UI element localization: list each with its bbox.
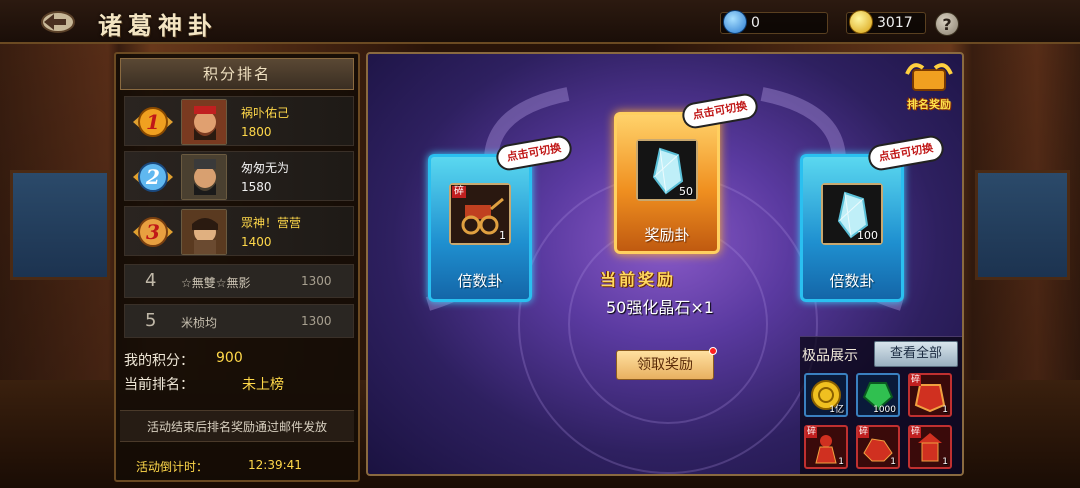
currency-box-gold: 3017 bbox=[846, 10, 926, 34]
taiji-coin-icon bbox=[723, 10, 747, 34]
shard-tag: 碎 bbox=[452, 186, 466, 198]
treasure-chest-icon bbox=[905, 63, 953, 91]
item-count: 1000 bbox=[873, 405, 896, 415]
item-count: 1 bbox=[499, 229, 506, 242]
page-title: 诸葛神卦 bbox=[98, 11, 218, 40]
gold-ingot-plus-icon[interactable] bbox=[849, 10, 873, 34]
item-count: 1 bbox=[942, 405, 948, 415]
rank-3-name: 眾神！营营 bbox=[241, 216, 302, 230]
showcase-panel: 极品展示 查看全部 1亿 1000 碎 1 碎 1 碎 1 碎 1 bbox=[800, 336, 962, 474]
item-count: 1 bbox=[838, 457, 844, 467]
view-all-button[interactable]: 查看全部 bbox=[874, 341, 958, 367]
showcase-item[interactable]: 碎 1 bbox=[804, 425, 848, 469]
ranking-row-5[interactable]: 5 米桢均 1300 bbox=[124, 304, 354, 338]
countdown-value: 12:39:41 bbox=[248, 458, 302, 472]
card-label: 奖励卦 bbox=[644, 226, 690, 244]
currency-box-jade: 0 bbox=[720, 10, 828, 34]
rank-2-medal-icon: 2 bbox=[131, 160, 175, 194]
rank-1-number: 1 bbox=[146, 110, 160, 134]
card-label: 倍数卦 bbox=[457, 272, 503, 290]
card-label: 倍数卦 bbox=[829, 272, 875, 290]
rank-1-name: 祸卟佑己 bbox=[241, 106, 290, 120]
rank-reward-label: 排名奖励 bbox=[907, 98, 951, 111]
current-reward-title: 当前奖励 bbox=[600, 270, 677, 289]
showcase-item[interactable]: 碎 1 bbox=[908, 425, 952, 469]
rank-5-score: 1300 bbox=[301, 314, 332, 328]
top-bar: 诸葛神卦 0 3017 ? bbox=[0, 0, 1080, 44]
rank-reward-button[interactable]: 排名奖励 bbox=[898, 60, 960, 112]
claim-reward-label: 领取奖励 bbox=[637, 357, 693, 373]
avatar bbox=[181, 209, 227, 255]
rank-4-name: ☆無雙☆無影 bbox=[181, 276, 251, 290]
notification-dot bbox=[709, 347, 717, 355]
ranking-row-3[interactable]: 3 眾神！营营 1400 bbox=[124, 206, 354, 256]
my-score-value: 900 bbox=[216, 350, 243, 366]
showcase-item[interactable]: 1000 bbox=[856, 373, 900, 417]
ranking-row-2[interactable]: 2 匆匆无为 1580 bbox=[124, 151, 354, 201]
decorative-swirl bbox=[568, 224, 768, 424]
showcase-item[interactable]: 1亿 bbox=[804, 373, 848, 417]
shard-tag: 碎 bbox=[910, 375, 922, 386]
rank-3-number: 3 bbox=[146, 220, 160, 244]
item-count: 1 bbox=[942, 457, 948, 467]
avatar bbox=[181, 154, 227, 200]
background-window-left bbox=[10, 170, 110, 280]
avatar bbox=[181, 99, 227, 145]
currency-jade-value: 0 bbox=[751, 15, 760, 31]
reward-card-center[interactable]: 50 奖励卦 bbox=[614, 112, 720, 254]
item-slot: 100 bbox=[821, 183, 883, 245]
showcase-item[interactable]: 碎 1 bbox=[908, 373, 952, 417]
shard-tag: 碎 bbox=[806, 427, 818, 438]
item-slot: 50 bbox=[636, 139, 698, 201]
item-count: 1 bbox=[890, 457, 896, 467]
item-slot: 碎 1 bbox=[449, 183, 511, 245]
shard-tag: 碎 bbox=[910, 427, 922, 438]
back-arrow-icon bbox=[41, 11, 75, 33]
rank-5-name: 米桢均 bbox=[181, 316, 218, 330]
rank-1-score: 1800 bbox=[241, 125, 272, 139]
rank-1-medal-icon: 1 bbox=[131, 105, 175, 139]
ranking-row-4[interactable]: 4 ☆無雙☆無影 1300 bbox=[124, 264, 354, 298]
background-window-right bbox=[975, 170, 1070, 280]
rank-4-score: 1300 bbox=[301, 274, 332, 288]
rank-2-number: 2 bbox=[145, 165, 160, 189]
rank-2-name: 匆匆无为 bbox=[241, 161, 290, 175]
item-count: 50 bbox=[679, 185, 693, 198]
my-rank-value: 未上榜 bbox=[242, 377, 284, 393]
rank-3-score: 1400 bbox=[241, 235, 272, 249]
ranking-title: 积分排名 bbox=[120, 58, 354, 90]
my-score-label: 我的积分： bbox=[124, 353, 194, 369]
multiplier-card-left[interactable]: 碎 1 倍数卦 bbox=[428, 154, 532, 302]
item-count: 1亿 bbox=[829, 405, 844, 415]
rank-4-number: 4 bbox=[145, 270, 157, 291]
currency-gold-value: 3017 bbox=[877, 15, 913, 31]
rank-2-score: 1580 bbox=[241, 180, 272, 194]
showcase-item[interactable]: 碎 1 bbox=[856, 425, 900, 469]
ranking-row-1[interactable]: 1 祸卟佑己 1800 bbox=[124, 96, 354, 146]
claim-reward-button[interactable]: 领取奖励 bbox=[616, 347, 717, 380]
countdown-label: 活动倒计时： bbox=[136, 460, 209, 474]
ranking-panel: 积分排名 1 祸卟佑己 1800 2 匆匆无为 1580 3 眾神！营营 140… bbox=[114, 52, 360, 482]
rank-5-number: 5 bbox=[145, 310, 157, 331]
reward-notice: 活动结束后排名奖励通过邮件发放 bbox=[120, 410, 354, 442]
rank-3-medal-icon: 3 bbox=[131, 215, 175, 249]
help-button[interactable]: ? bbox=[935, 12, 959, 36]
my-rank-label: 当前排名： bbox=[124, 377, 194, 393]
divination-panel: 排名奖励 碎 1 倍数卦 点击可切换 50 奖励卦 点击可切换 100 倍数卦 … bbox=[366, 52, 964, 476]
shard-tag: 碎 bbox=[858, 427, 870, 438]
back-button[interactable] bbox=[36, 8, 76, 36]
showcase-title: 极品展示 bbox=[802, 348, 858, 364]
current-reward-text: 50强化晶石×1 bbox=[606, 298, 714, 317]
multiplier-card-right[interactable]: 100 倍数卦 bbox=[800, 154, 904, 302]
item-count: 100 bbox=[857, 229, 878, 242]
